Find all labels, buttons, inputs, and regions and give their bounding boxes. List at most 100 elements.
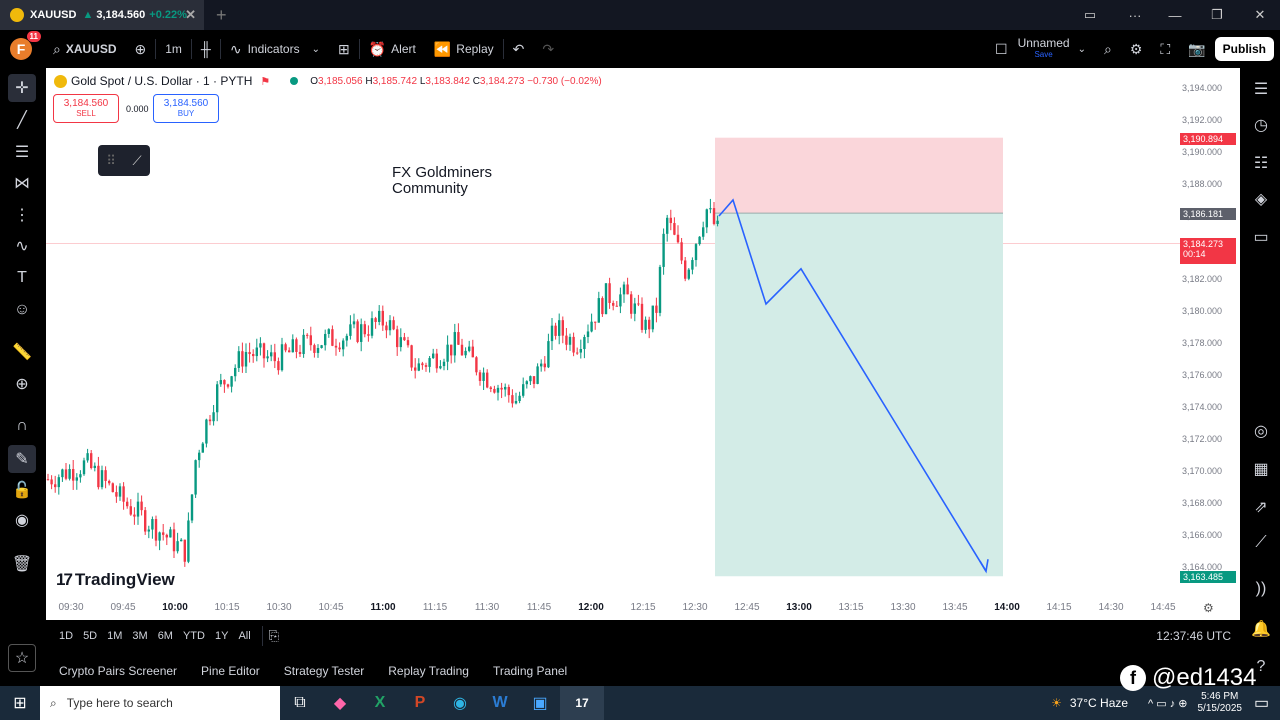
pattern-icon[interactable]: ⋈ [8, 169, 36, 197]
drag-handle-icon[interactable]: ⠿ [106, 153, 116, 169]
floating-drawing-toolbar[interactable]: ⠿ ⟋ [98, 145, 150, 176]
windows-start-icon[interactable]: ⊞ [0, 693, 40, 713]
close-tab-icon[interactable]: ✕ [185, 7, 196, 23]
magnet-icon[interactable]: ∩ [8, 412, 36, 440]
layout-name: Unnamed [1017, 36, 1070, 50]
line-tool-icon[interactable]: ⟋ [133, 153, 142, 169]
fullscreen-button[interactable]: ⛶ [1151, 30, 1179, 68]
range-button[interactable]: All [233, 630, 255, 642]
publish-button[interactable]: Publish [1214, 37, 1274, 61]
time-axis-label: 10:15 [214, 602, 240, 613]
emoji-icon[interactable]: ☺ [8, 296, 36, 324]
interval-button[interactable]: 1m [156, 30, 191, 68]
redo-button[interactable]: ↷ [533, 30, 563, 68]
snapshot-button[interactable]: 📷 [1179, 30, 1214, 68]
lock-icon[interactable]: 🔓 [8, 476, 36, 504]
trash-icon[interactable]: 🗑 [8, 550, 36, 578]
indicators-button[interactable]: ∿ Indicators ⌄ [221, 30, 329, 68]
weather-widget[interactable]: ☀ 37°C Haze [1051, 696, 1128, 710]
trend-line-icon[interactable]: ╱ [8, 106, 36, 134]
alerts-clock-icon[interactable]: ◷ [1248, 112, 1274, 138]
replay-button[interactable]: ⏪ Replay [425, 30, 503, 68]
star-icon[interactable]: ☆ [8, 644, 36, 672]
bell-icon[interactable]: 🔔 [1248, 616, 1274, 642]
crosshair-icon[interactable]: ✛ [8, 74, 36, 102]
excel-icon[interactable]: X [360, 694, 400, 712]
candle-body [259, 343, 262, 348]
range-button[interactable]: 5D [78, 630, 102, 642]
task-view-icon[interactable]: ⧉ [280, 694, 320, 712]
copilot-icon[interactable]: ◆ [320, 693, 360, 713]
calendar-icon[interactable]: ▦ [1248, 456, 1274, 482]
range-button[interactable]: 3M [127, 630, 152, 642]
price-axis-label: 3,174.000 [1182, 402, 1223, 412]
target-icon[interactable]: ◎ [1248, 418, 1274, 444]
keep-drawing-icon[interactable]: ✎ [8, 445, 36, 473]
utc-clock[interactable]: 12:37:46 UTC [1156, 629, 1231, 643]
edge-icon[interactable]: ◉ [440, 693, 480, 713]
watchlist-icon[interactable]: ☰ [1248, 76, 1274, 102]
maximize-icon[interactable]: ❐ [1197, 0, 1237, 30]
close-window-icon[interactable]: ✕ [1240, 0, 1280, 30]
chat-icon[interactable]: ▭ [1248, 224, 1274, 250]
candle-body [511, 395, 514, 404]
compare-button[interactable]: ⊕ [126, 30, 156, 68]
stream-icon[interactable]: )) [1248, 576, 1274, 602]
candle-body [172, 529, 176, 552]
store-icon[interactable]: ▣ [520, 693, 560, 713]
avatar[interactable]: F 11 [10, 31, 41, 60]
ruler-icon[interactable]: 📏 [8, 338, 36, 366]
right-widgetbar: ☰ ◷ ☷ ◈ ▭ ◎ ▦ ⇗ ⟋ )) 🔔 ? [1240, 68, 1280, 686]
tradingview-app-icon[interactable]: 17 [560, 686, 604, 720]
chart-type-button[interactable]: ╫ [192, 30, 220, 68]
layers-icon[interactable]: ◈ [1248, 186, 1274, 212]
text-icon[interactable]: T [8, 264, 36, 292]
templates-button[interactable]: ⊞ [329, 30, 359, 68]
candle-body [360, 324, 363, 342]
notification-icon[interactable]: ▭ [1254, 693, 1280, 713]
range-button[interactable]: 1D [54, 630, 78, 642]
alert-label: Alert [391, 42, 416, 56]
ideas-icon[interactable]: ⇗ [1248, 494, 1274, 520]
go-to-date-icon[interactable]: ⎘ [269, 628, 279, 644]
alert-button[interactable]: ⏰ Alert [360, 30, 425, 68]
news-icon[interactable]: ☷ [1248, 150, 1274, 176]
layout-button[interactable]: ☐ Unnamed Save ⌄ [986, 30, 1095, 68]
eye-icon[interactable]: ◉ [8, 506, 36, 534]
fib-icon[interactable]: ☰ [8, 138, 36, 166]
quick-search-button[interactable]: ⌕ [1095, 30, 1121, 68]
range-button[interactable]: 6M [153, 630, 178, 642]
browser-tab[interactable]: XAUUSD ▲ 3,184.560 +0.22% ✕ [0, 0, 204, 30]
timezone-settings-icon[interactable]: ⚙ [1203, 601, 1214, 615]
prediction-icon[interactable]: ⋮ [8, 201, 36, 229]
taskbar-search[interactable]: ⌕ Type here to search [40, 686, 280, 720]
candle-body [334, 345, 338, 348]
chart-pane[interactable]: Gold Spot / U.S. Dollar · 1 · PYTH ⚑ O3,… [46, 68, 1240, 620]
taskbar-clock[interactable]: 5:46 PM 5/15/2025 [1198, 691, 1243, 715]
bottom-panel-tab[interactable]: Strategy Tester [273, 664, 375, 678]
symbol-search-button[interactable]: ⌕ XAUUSD [44, 30, 126, 68]
zoom-icon[interactable]: ⊕ [8, 370, 36, 398]
word-icon[interactable]: W [480, 694, 520, 712]
bottom-panel-tab[interactable]: Crypto Pairs Screener [48, 664, 188, 678]
powerpoint-icon[interactable]: P [400, 694, 440, 712]
minimize-icon[interactable]: — [1155, 0, 1195, 30]
bottom-panel-tab[interactable]: Replay Trading [377, 664, 480, 678]
bottom-panel-tab[interactable]: Trading Panel [482, 664, 578, 678]
chart-ideas-icon[interactable]: ⟋ [1248, 530, 1274, 556]
buy-button[interactable]: 3,184.560 BUY [153, 94, 219, 123]
time-axis-label: 12:00 [578, 602, 604, 613]
range-button[interactable]: 1M [102, 630, 127, 642]
new-tab-icon[interactable]: + [216, 5, 227, 26]
range-button[interactable]: 1Y [210, 630, 233, 642]
range-button[interactable]: YTD [178, 630, 210, 642]
tray-icons[interactable]: ^ ▭ ♪ ⊕ [1148, 697, 1187, 710]
screen-icon[interactable]: ▭ [1070, 0, 1110, 30]
sell-button[interactable]: 3,184.560 SELL [53, 94, 119, 123]
brush-icon[interactable]: ∿ [8, 232, 36, 260]
candle-body [676, 234, 680, 243]
undo-button[interactable]: ↶ [504, 30, 534, 68]
more-icon[interactable]: ··· [1115, 0, 1155, 30]
settings-button[interactable]: ⚙ [1121, 30, 1152, 68]
bottom-panel-tab[interactable]: Pine Editor [190, 664, 271, 678]
